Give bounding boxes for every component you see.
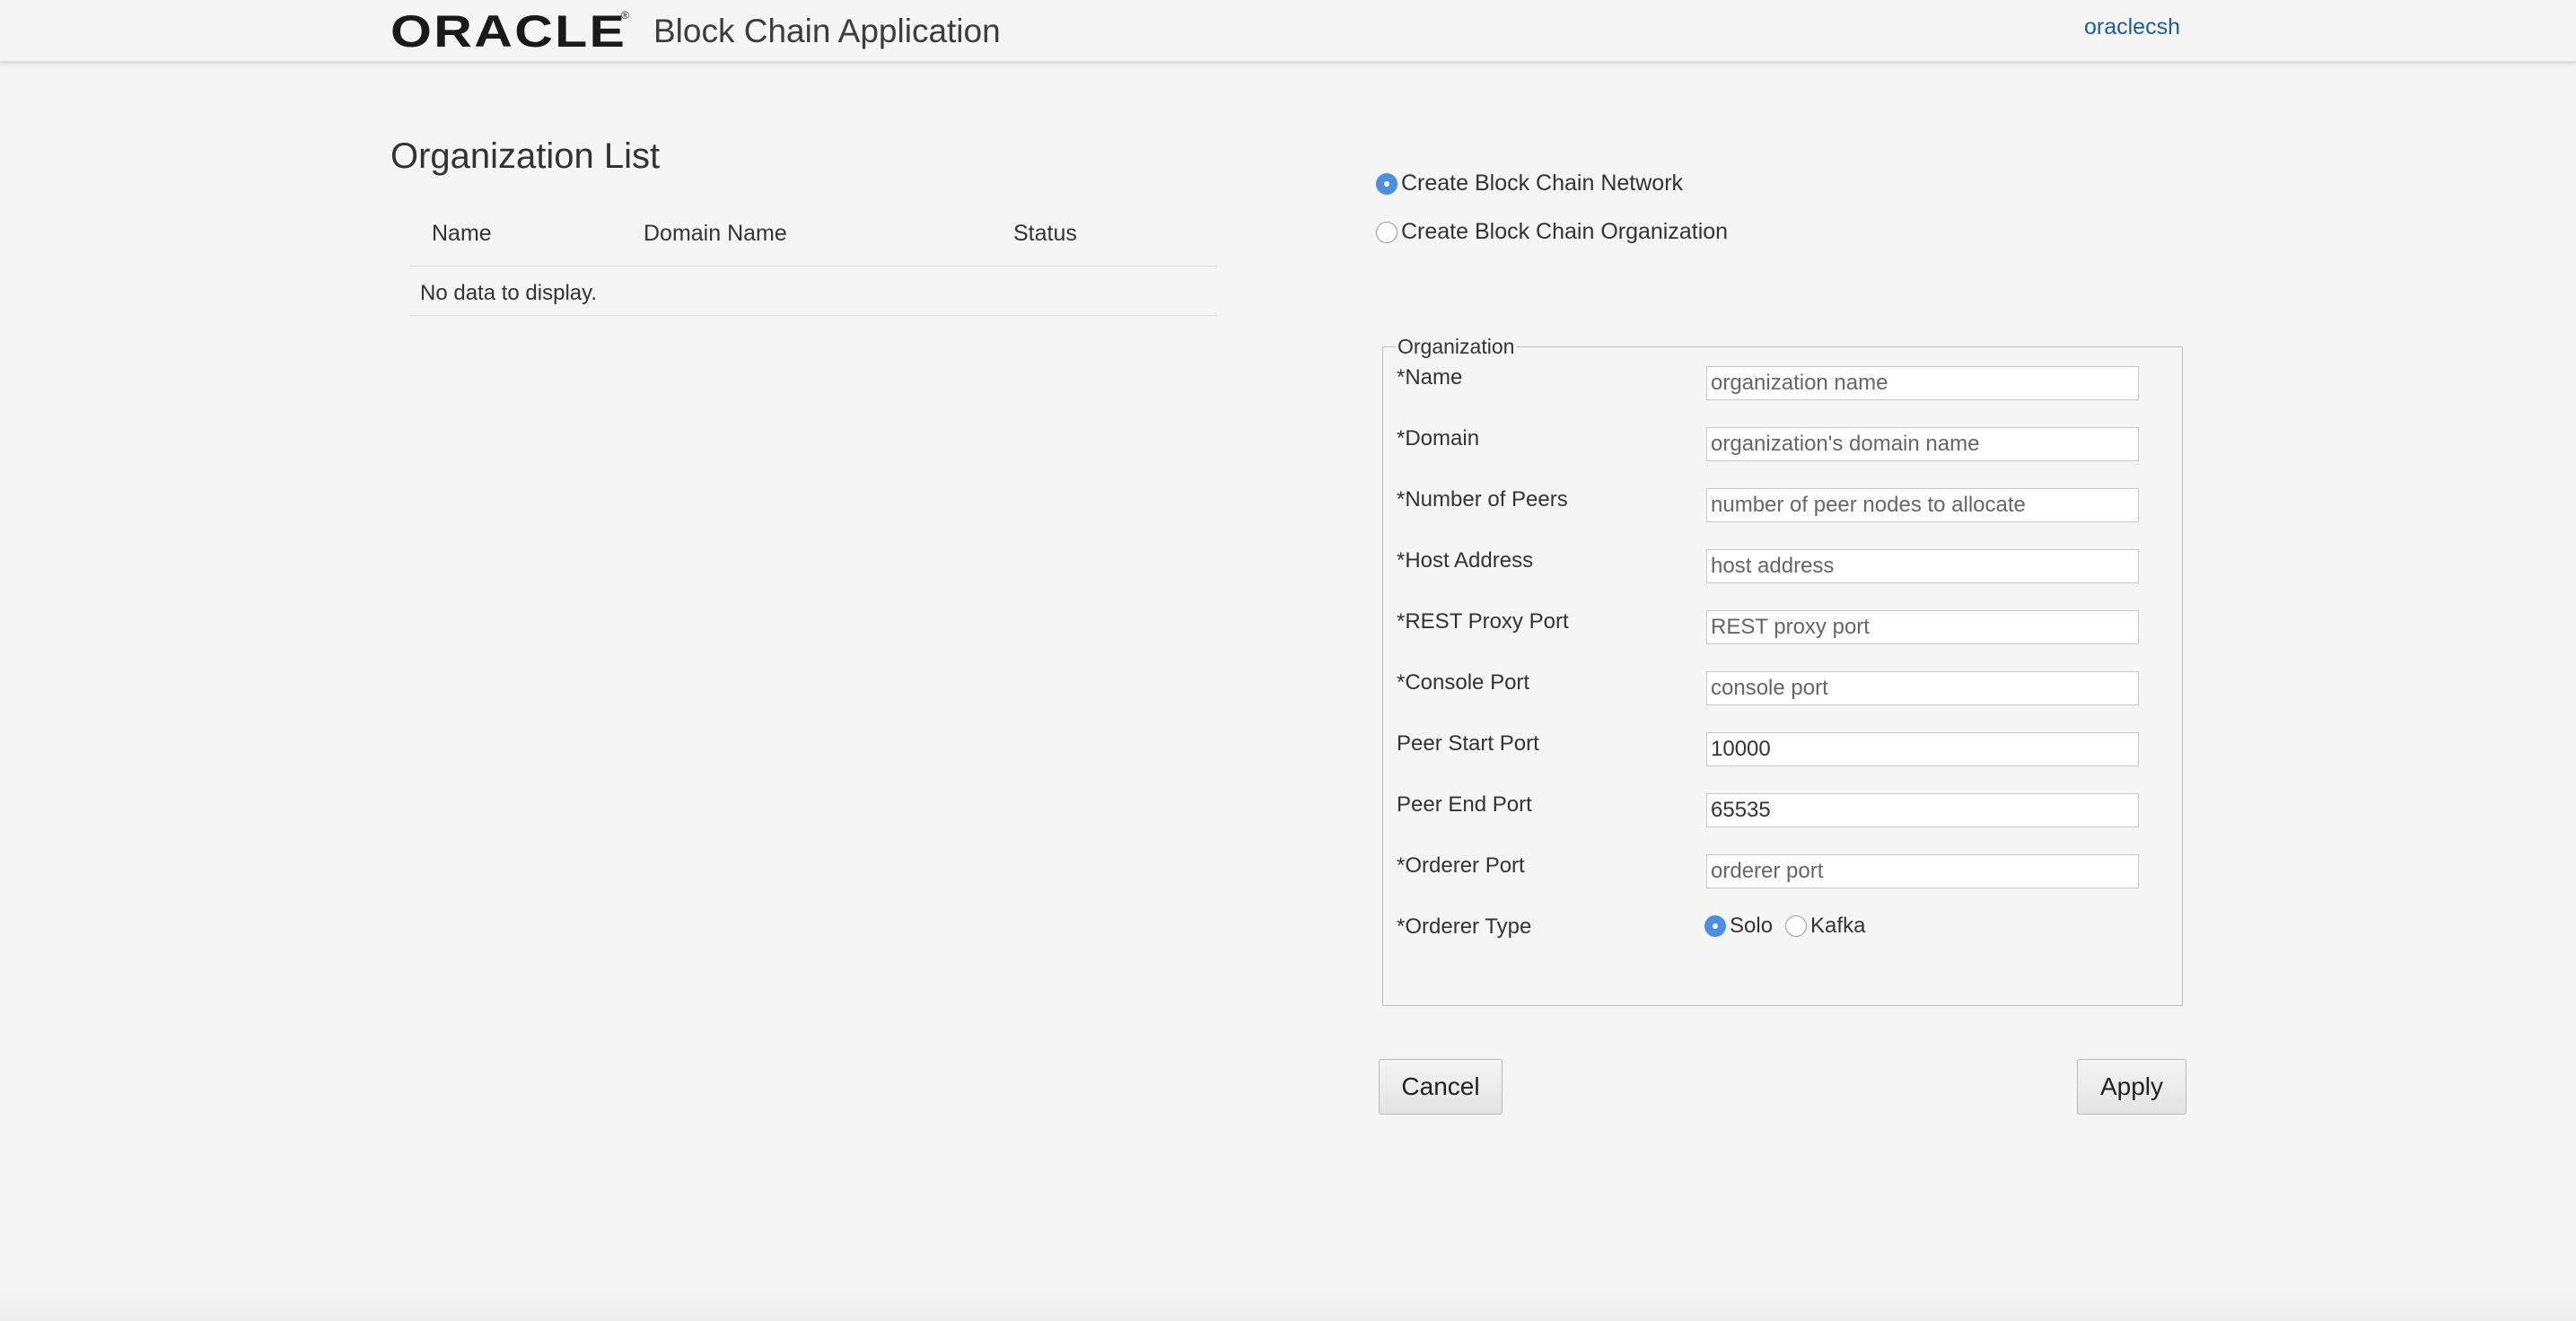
organization-list-title: Organization List	[390, 136, 661, 176]
orderer-type-solo-option[interactable]: Solo	[1704, 914, 1773, 939]
orderer-type-label: *Orderer Type	[1397, 914, 1532, 939]
peer-end-port-label: Peer End Port	[1397, 792, 1532, 817]
create-network-radio[interactable]	[1376, 172, 1398, 195]
column-header-domain-name[interactable]: Domain Name	[644, 221, 787, 247]
orderer-type-kafka-option[interactable]: Kafka	[1785, 914, 1865, 939]
app-header: ORACLE ® Block Chain Application oraclec…	[0, 0, 2576, 63]
table-header: Name Domain Name Status	[409, 208, 1217, 267]
column-header-name[interactable]: Name	[432, 221, 492, 247]
rest-proxy-port-label: *REST Proxy Port	[1397, 609, 1569, 634]
user-menu-link[interactable]: oraclecsh	[2084, 14, 2180, 40]
registered-mark: ®	[621, 9, 629, 22]
orderer-port-input[interactable]	[1706, 854, 2139, 888]
console-port-label: *Console Port	[1397, 670, 1530, 695]
solo-radio[interactable]	[1704, 915, 1726, 937]
number-of-peers-label: *Number of Peers	[1397, 487, 1568, 512]
kafka-radio[interactable]	[1785, 915, 1808, 937]
orderer-type-group: Solo Kafka	[1704, 914, 1878, 939]
solo-label: Solo	[1730, 914, 1774, 938]
create-organization-label: Create Block Chain Organization	[1401, 219, 1729, 244]
number-of-peers-input[interactable]	[1706, 488, 2139, 522]
create-network-option[interactable]: Create Block Chain Network	[1376, 171, 1683, 197]
organization-table: Name Domain Name Status No data to displ…	[409, 208, 1217, 316]
domain-label: *Domain	[1397, 426, 1480, 451]
create-organization-radio[interactable]	[1376, 221, 1398, 243]
create-organization-option[interactable]: Create Block Chain Organization	[1376, 219, 1728, 245]
domain-input[interactable]	[1706, 427, 2139, 461]
organization-legend: Organization	[1398, 335, 1515, 358]
empty-table-message: No data to display.	[409, 267, 1217, 316]
peer-end-port-input[interactable]	[1706, 793, 2139, 827]
rest-proxy-port-input[interactable]	[1706, 610, 2139, 644]
host-address-label: *Host Address	[1397, 548, 1534, 573]
console-port-input[interactable]	[1706, 671, 2139, 705]
name-input[interactable]	[1706, 366, 2139, 400]
cancel-button[interactable]: Cancel	[1379, 1059, 1503, 1115]
host-address-input[interactable]	[1706, 549, 2139, 583]
orderer-port-label: *Orderer Port	[1397, 853, 1525, 878]
bottom-edge-shadow	[0, 1292, 2576, 1321]
oracle-logo[interactable]: ORACLE	[390, 5, 626, 57]
create-network-label: Create Block Chain Network	[1401, 171, 1684, 196]
kafka-label: Kafka	[1810, 914, 1866, 938]
apply-button[interactable]: Apply	[2077, 1059, 2186, 1115]
app-title: Block Chain Application	[653, 13, 1001, 49]
name-label: *Name	[1397, 365, 1463, 389]
peer-start-port-input[interactable]	[1706, 732, 2139, 766]
peer-start-port-label: Peer Start Port	[1397, 731, 1539, 756]
column-header-status[interactable]: Status	[1013, 221, 1077, 247]
